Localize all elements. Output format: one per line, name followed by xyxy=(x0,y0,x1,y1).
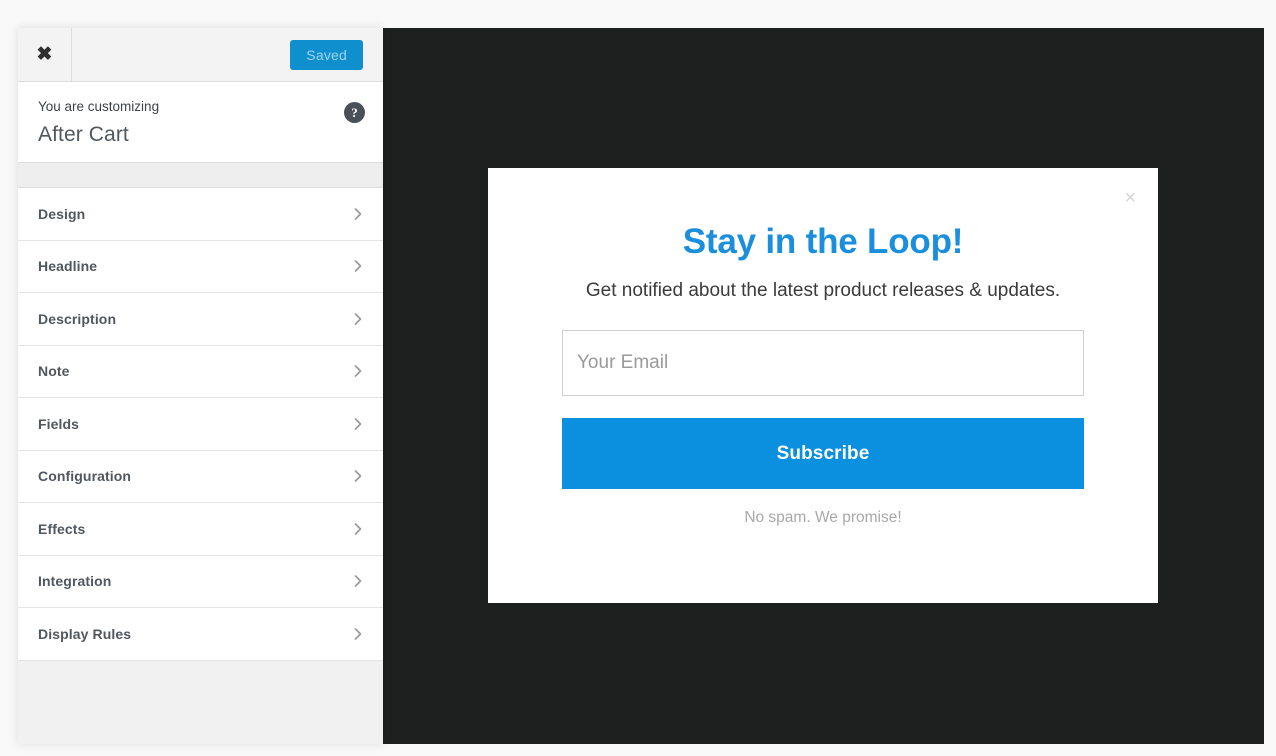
customizer-sidebar: ✖ Saved You are customizing After Cart ?… xyxy=(18,28,383,744)
popup-headline: Stay in the Loop! xyxy=(683,222,963,262)
sidebar-item-note[interactable]: Note xyxy=(18,346,383,399)
sidebar-item-design[interactable]: Design xyxy=(18,188,383,241)
chevron-right-icon xyxy=(351,469,365,483)
sidebar-item-description[interactable]: Description xyxy=(18,293,383,346)
chevron-right-icon xyxy=(351,574,365,588)
sidebar-item-label: Integration xyxy=(38,573,111,589)
sidebar-item-label: Display Rules xyxy=(38,626,131,642)
help-icon[interactable]: ? xyxy=(344,102,365,123)
popup-subscribe-form: Subscribe xyxy=(562,330,1084,489)
sidebar-item-label: Headline xyxy=(38,258,97,274)
popup-note: No spam. We promise! xyxy=(488,509,1158,527)
customizer-screen: × Stay in the Loop! Get notified about t… xyxy=(0,0,1276,756)
customizer-topbar: ✖ Saved xyxy=(18,28,383,82)
sidebar-item-fields[interactable]: Fields xyxy=(18,398,383,451)
page-title: After Cart xyxy=(38,121,363,148)
popup-description: Get notified about the latest product re… xyxy=(586,280,1060,302)
sidebar-item-configuration[interactable]: Configuration xyxy=(18,451,383,504)
sidebar-item-label: Effects xyxy=(38,521,85,537)
customizer-header: You are customizing After Cart ? xyxy=(18,82,383,163)
close-customizer-button[interactable]: ✖ xyxy=(18,28,72,81)
sidebar-item-display-rules[interactable]: Display Rules xyxy=(18,608,383,661)
chevron-right-icon xyxy=(351,312,365,326)
popup-close-icon[interactable]: × xyxy=(1124,188,1136,208)
chevron-right-icon xyxy=(351,627,365,641)
email-input[interactable] xyxy=(562,330,1084,396)
chevron-right-icon xyxy=(351,259,365,273)
chevron-right-icon xyxy=(351,207,365,221)
sidebar-item-integration[interactable]: Integration xyxy=(18,556,383,609)
sidebar-footer-area xyxy=(18,661,383,745)
sidebar-item-label: Configuration xyxy=(38,468,131,484)
save-button[interactable]: Saved xyxy=(290,40,363,70)
subscribe-button[interactable]: Subscribe xyxy=(562,418,1084,489)
chevron-right-icon xyxy=(351,364,365,378)
chevron-right-icon xyxy=(351,417,365,431)
section-list: Design Headline Description Note xyxy=(18,188,383,661)
popup-preview: × Stay in the Loop! Get notified about t… xyxy=(488,168,1158,603)
sidebar-item-effects[interactable]: Effects xyxy=(18,503,383,556)
topbar-spacer xyxy=(72,28,290,81)
close-icon: ✖ xyxy=(37,45,53,64)
sidebar-item-label: Fields xyxy=(38,416,79,432)
sidebar-item-label: Design xyxy=(38,206,85,222)
sidebar-item-label: Note xyxy=(38,363,70,379)
sidebar-item-headline[interactable]: Headline xyxy=(18,241,383,294)
sidebar-item-label: Description xyxy=(38,311,116,327)
customizing-eyebrow: You are customizing xyxy=(38,98,363,117)
chevron-right-icon xyxy=(351,522,365,536)
panel-divider xyxy=(18,163,383,188)
preview-panel: × Stay in the Loop! Get notified about t… xyxy=(382,28,1264,744)
